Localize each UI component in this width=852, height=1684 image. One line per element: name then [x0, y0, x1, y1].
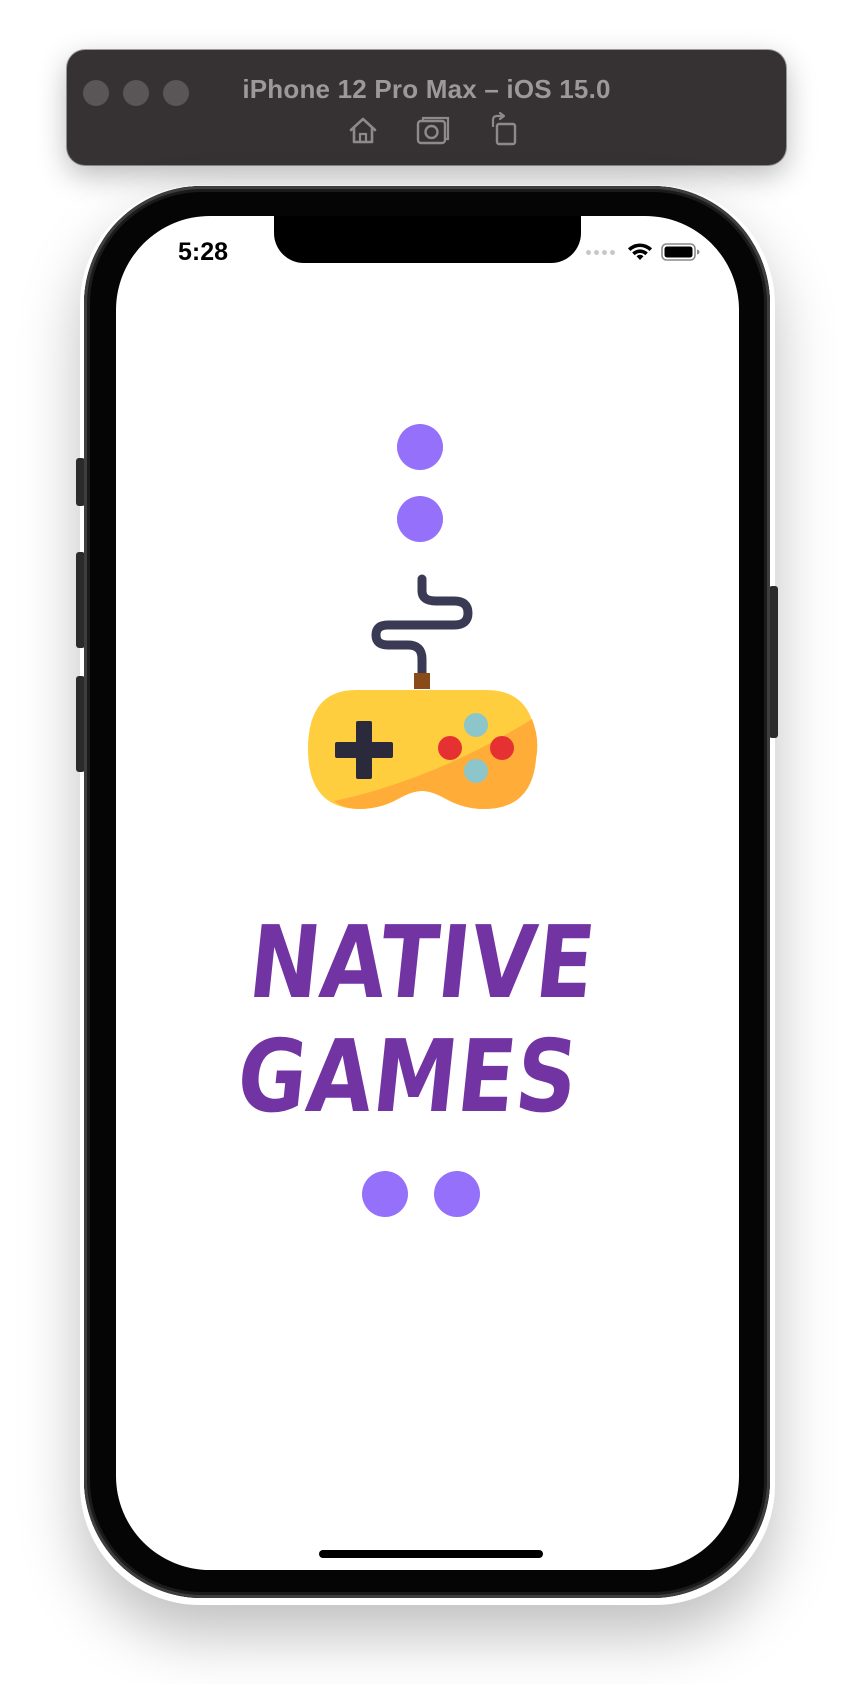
status-time: 5:28 — [178, 238, 229, 266]
home-indicator[interactable] — [319, 1550, 543, 1558]
simulator-title: iPhone 12 Pro Max – iOS 15.0 — [242, 74, 611, 104]
simulator-toolbar: iPhone 12 Pro Max – iOS 15.0 — [67, 50, 786, 165]
notch — [274, 216, 581, 263]
gamepad-icon — [296, 569, 548, 827]
logo-line-native: NATIVE — [243, 904, 601, 1021]
wifi-icon — [628, 243, 652, 260]
battery-icon — [661, 243, 700, 261]
screenshot-icon[interactable] — [413, 110, 453, 150]
side-power-button[interactable] — [769, 586, 778, 738]
logo-line-games: GAMES — [231, 1018, 584, 1135]
status-indicators — [586, 240, 701, 264]
app-logo-text: NATIVE GAMES — [231, 904, 601, 1135]
loading-dot — [434, 1171, 480, 1217]
loading-dot — [397, 424, 443, 470]
loading-dot — [397, 496, 443, 542]
device-screen[interactable]: 5:28 NATIVE GAMES — [116, 216, 739, 1570]
rotate-icon[interactable] — [485, 110, 525, 150]
home-icon[interactable] — [343, 110, 383, 150]
cellular-signal-icon — [586, 249, 615, 255]
loading-dot — [362, 1171, 408, 1217]
simulator-window: iPhone 12 Pro Max – iOS 15.0 5:28 NATIVE… — [0, 0, 852, 1684]
